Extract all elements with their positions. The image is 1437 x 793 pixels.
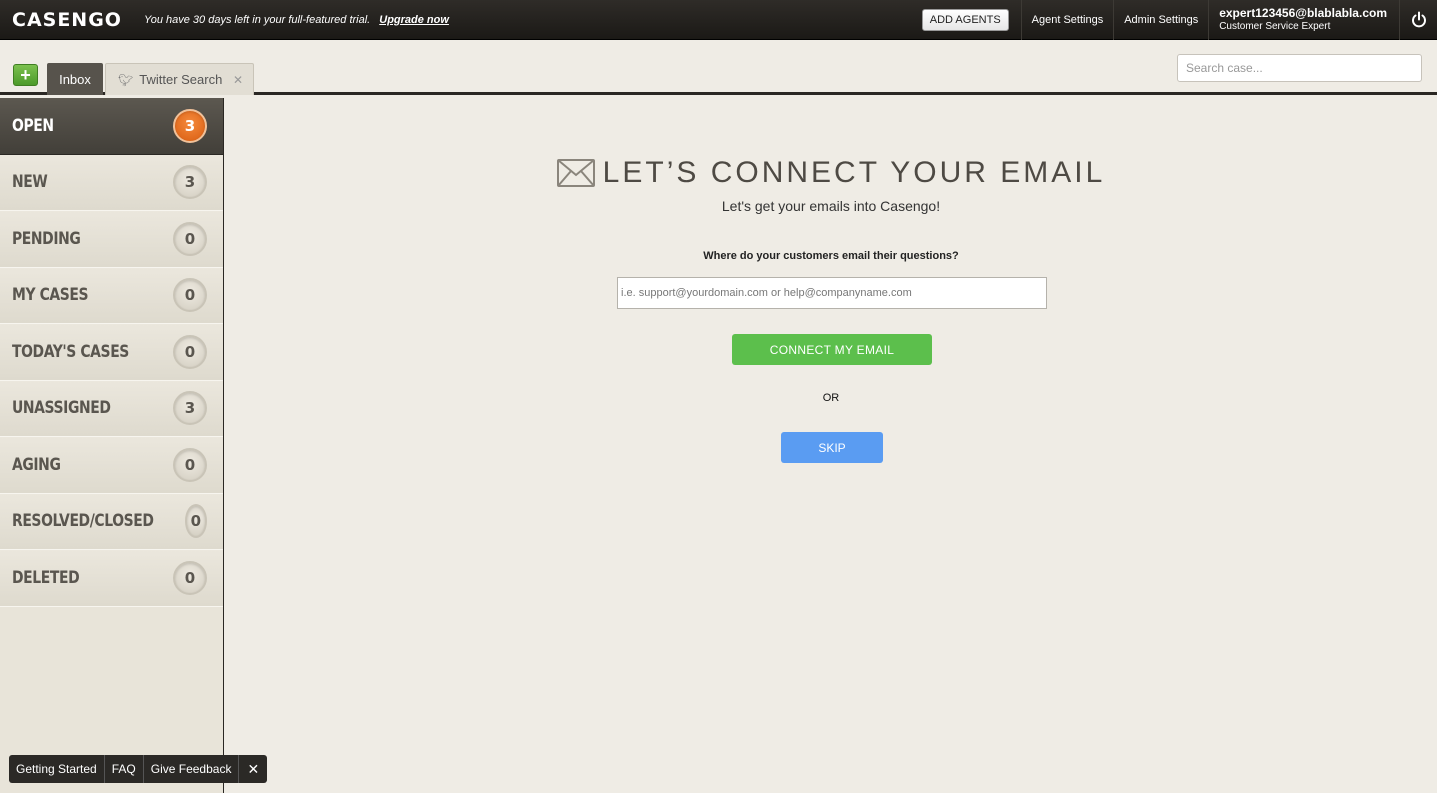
sidebar-item-unassigned[interactable]: UNASSIGNED 3	[0, 380, 223, 437]
user-role: Customer Service Expert	[1219, 21, 1331, 32]
connect-email-button[interactable]: CONNECT MY EMAIL	[732, 334, 932, 365]
count-badge: 0	[184, 504, 207, 539]
logout-button[interactable]	[1399, 0, 1437, 40]
main-content: LET’S CONNECT YOUR EMAIL Let's get your …	[225, 98, 1437, 793]
count-badge: 0	[173, 221, 207, 256]
trial-notice: You have 30 days left in your full-featu…	[144, 13, 371, 26]
page-header: LET’S CONNECT YOUR EMAIL	[225, 156, 1437, 190]
help-bar: Getting Started FAQ Give Feedback ✕	[9, 755, 268, 783]
count-badge: 0	[173, 447, 207, 482]
give-feedback-link[interactable]: Give Feedback	[144, 755, 240, 783]
user-email: expert123456@blablabla.com	[1219, 6, 1387, 20]
skip-button[interactable]: SKIP	[781, 432, 883, 463]
top-bar: CASENGO You have 30 days left in your fu…	[0, 0, 1437, 40]
sidebar-item-open[interactable]: OPEN 3	[0, 98, 223, 155]
sidebar-item-label: TODAY'S CASES	[12, 341, 129, 362]
topbar-right: ADD AGENTS Agent Settings Admin Settings…	[921, 0, 1437, 40]
page-subtitle: Let's get your emails into Casengo!	[721, 198, 941, 214]
plus-icon: +	[20, 65, 31, 85]
sidebar-item-resolved-closed[interactable]: RESOLVED/CLOSED 0	[0, 493, 223, 550]
app-logo[interactable]: CASENGO	[0, 9, 135, 31]
tab-label: Twitter Search	[139, 72, 223, 87]
upgrade-link[interactable]: Upgrade now	[379, 14, 449, 26]
sidebar-item-new[interactable]: NEW 3	[0, 154, 223, 211]
sidebar-item-aging[interactable]: AGING 0	[0, 437, 223, 494]
tab-label: Inbox	[59, 71, 91, 87]
sidebar-item-label: UNASSIGNED	[12, 398, 111, 419]
count-badge: 0	[173, 278, 207, 313]
envelope-icon	[556, 159, 595, 187]
support-email-input[interactable]	[617, 277, 1047, 309]
close-tab-icon[interactable]: ✕	[233, 73, 243, 87]
tab-bar: + Inbox 🐦︎ Twitter Search ✕	[0, 41, 1437, 95]
count-badge: 3	[173, 108, 207, 143]
user-menu[interactable]: expert123456@blablabla.com Customer Serv…	[1208, 0, 1399, 40]
agent-settings-link[interactable]: Agent Settings	[1020, 0, 1114, 40]
sidebar-item-label: NEW	[12, 172, 48, 193]
sidebar-item-my-cases[interactable]: MY CASES 0	[0, 267, 223, 324]
sidebar-item-todays-cases[interactable]: TODAY'S CASES 0	[0, 324, 223, 381]
count-badge: 0	[173, 334, 207, 369]
count-badge: 0	[173, 560, 207, 595]
count-badge: 3	[173, 165, 207, 200]
sidebar-item-label: OPEN	[12, 115, 54, 136]
tab-inbox[interactable]: Inbox	[47, 63, 103, 95]
sidebar-item-deleted[interactable]: DELETED 0	[0, 550, 223, 607]
or-divider: OR	[822, 392, 840, 404]
search-case-input[interactable]	[1177, 54, 1422, 82]
sidebar-item-label: RESOLVED/CLOSED	[12, 511, 154, 532]
admin-settings-link[interactable]: Admin Settings	[1113, 0, 1208, 40]
twitter-bird-icon: 🐦︎	[118, 72, 134, 87]
page-title: LET’S CONNECT YOUR EMAIL	[602, 156, 1106, 189]
count-badge: 3	[173, 391, 207, 426]
sidebar: OPEN 3 NEW 3 PENDING 0 MY CASES 0 TODAY'…	[0, 98, 224, 793]
tab-twitter-search[interactable]: 🐦︎ Twitter Search ✕	[105, 63, 254, 95]
new-tab-button[interactable]: +	[13, 64, 38, 86]
close-icon[interactable]: ✕	[239, 755, 267, 783]
sidebar-item-label: DELETED	[12, 567, 80, 588]
email-question-label: Where do your customers email their ques…	[703, 250, 959, 262]
sidebar-item-label: PENDING	[12, 228, 81, 249]
power-icon	[1411, 11, 1426, 28]
add-agents-button[interactable]: ADD AGENTS	[921, 9, 1009, 31]
faq-link[interactable]: FAQ	[105, 755, 144, 783]
getting-started-link[interactable]: Getting Started	[9, 755, 105, 783]
sidebar-item-label: AGING	[12, 454, 61, 475]
sidebar-item-pending[interactable]: PENDING 0	[0, 211, 223, 268]
sidebar-item-label: MY CASES	[12, 285, 89, 306]
